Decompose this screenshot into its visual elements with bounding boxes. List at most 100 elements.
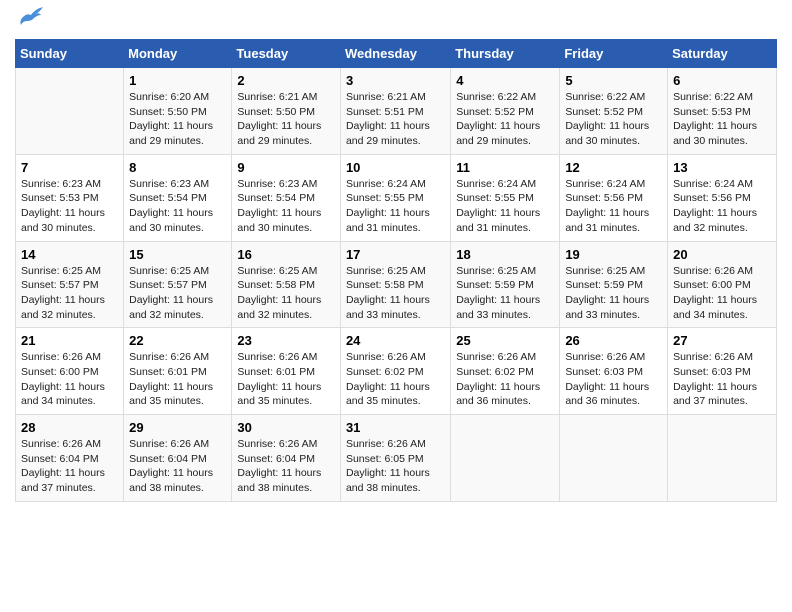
week-row-2: 7Sunrise: 6:23 AM Sunset: 5:53 PM Daylig… — [16, 154, 777, 241]
calendar-cell: 8 Sunrise: 6:23 AM Sunset: 5:54 PM Daylig… — [124, 154, 232, 241]
day-info: Sunrise: 6:21 AM Sunset: 5:50 PM Dayligh… — [237, 90, 335, 149]
day-header-thursday: Thursday — [451, 40, 560, 68]
calendar-cell: 19Sunrise: 6:25 AM Sunset: 5:59 PM Dayli… — [560, 241, 668, 328]
day-number: 10 — [346, 160, 445, 175]
day-info: Sunrise: 6:26 AM Sunset: 6:01 PM Dayligh… — [129, 350, 226, 409]
day-header-wednesday: Wednesday — [340, 40, 450, 68]
calendar-cell: 5 Sunrise: 6:22 AM Sunset: 5:52 PM Daylig… — [560, 68, 668, 155]
calendar-cell: 28Sunrise: 6:26 AM Sunset: 6:04 PM Dayli… — [16, 415, 124, 502]
calendar-cell: 24 Sunrise: 6:26 AM Sunset: 6:02 PM Dayli… — [340, 328, 450, 415]
calendar-cell: 12Sunrise: 6:24 AM Sunset: 5:56 PM Dayli… — [560, 154, 668, 241]
day-number: 29 — [129, 420, 226, 435]
day-info: Sunrise: 6:25 AM Sunset: 5:58 PM Dayligh… — [237, 264, 335, 323]
calendar-cell: 25 Sunrise: 6:26 AM Sunset: 6:02 PM Dayli… — [451, 328, 560, 415]
day-number: 11 — [456, 160, 554, 175]
day-info: Sunrise: 6:24 AM Sunset: 5:55 PM Dayligh… — [456, 177, 554, 236]
day-number: 21 — [21, 333, 118, 348]
day-number: 28 — [21, 420, 118, 435]
day-info: Sunrise: 6:26 AM Sunset: 6:00 PM Dayligh… — [673, 264, 771, 323]
page-header — [15, 15, 777, 29]
day-number: 15 — [129, 247, 226, 262]
day-info: Sunrise: 6:25 AM Sunset: 5:57 PM Dayligh… — [129, 264, 226, 323]
calendar-cell: 26Sunrise: 6:26 AM Sunset: 6:03 PM Dayli… — [560, 328, 668, 415]
days-header-row: SundayMondayTuesdayWednesdayThursdayFrid… — [16, 40, 777, 68]
calendar-cell: 11 Sunrise: 6:24 AM Sunset: 5:55 PM Dayli… — [451, 154, 560, 241]
day-number: 6 — [673, 73, 771, 88]
week-row-5: 28 Sunrise: 6:26 AM Sunset: 6:04 PM Dayli… — [16, 415, 777, 502]
calendar-cell: 29 Sunrise: 6:26 AM Sunset: 6:04 PM Dayli… — [124, 415, 232, 502]
day-number: 12 — [565, 160, 662, 175]
day-info: Sunrise: 6:22 AM Sunset: 5:53 PM Dayligh… — [673, 90, 771, 149]
calendar-cell: 1 Sunrise: 6:20 AM Sunset: 5:50 PM Daylig… — [124, 68, 232, 155]
day-number: 4 — [456, 73, 554, 88]
day-info: Sunrise: 6:26 AM Sunset: 6:04 PM Dayligh… — [129, 437, 226, 496]
logo — [15, 15, 45, 29]
day-info: Sunrise: 6:26 AM Sunset: 6:00 PM Dayligh… — [21, 350, 118, 409]
logo-bird-icon — [17, 7, 45, 29]
day-info: Sunrise: 6:23 AM Sunset: 5:54 PM Dayligh… — [129, 177, 226, 236]
day-info: Sunrise: 6:26 AM Sunset: 6:03 PM Dayligh… — [673, 350, 771, 409]
day-info: Sunrise: 6:26 AM Sunset: 6:04 PM Dayligh… — [237, 437, 335, 496]
calendar-cell: 4 Sunrise: 6:22 AM Sunset: 5:52 PM Daylig… — [451, 68, 560, 155]
calendar-cell: 2 Sunrise: 6:21 AM Sunset: 5:50 PM Daylig… — [232, 68, 341, 155]
calendar-cell — [16, 68, 124, 155]
day-number: 24 — [346, 333, 445, 348]
calendar-cell: 23 Sunrise: 6:26 AM Sunset: 6:01 PM Dayli… — [232, 328, 341, 415]
day-info: Sunrise: 6:22 AM Sunset: 5:52 PM Dayligh… — [565, 90, 662, 149]
day-number: 14 — [21, 247, 118, 262]
day-header-tuesday: Tuesday — [232, 40, 341, 68]
day-info: Sunrise: 6:26 AM Sunset: 6:05 PM Dayligh… — [346, 437, 445, 496]
day-number: 2 — [237, 73, 335, 88]
day-info: Sunrise: 6:26 AM Sunset: 6:02 PM Dayligh… — [346, 350, 445, 409]
calendar-cell: 7Sunrise: 6:23 AM Sunset: 5:53 PM Daylig… — [16, 154, 124, 241]
calendar-cell: 17 Sunrise: 6:25 AM Sunset: 5:58 PM Dayli… — [340, 241, 450, 328]
calendar-cell: 21 Sunrise: 6:26 AM Sunset: 6:00 PM Dayli… — [16, 328, 124, 415]
day-info: Sunrise: 6:24 AM Sunset: 5:55 PM Dayligh… — [346, 177, 445, 236]
calendar-cell: 9 Sunrise: 6:23 AM Sunset: 5:54 PM Daylig… — [232, 154, 341, 241]
day-number: 17 — [346, 247, 445, 262]
calendar-cell: 16 Sunrise: 6:25 AM Sunset: 5:58 PM Dayli… — [232, 241, 341, 328]
day-info: Sunrise: 6:26 AM Sunset: 6:02 PM Dayligh… — [456, 350, 554, 409]
day-number: 3 — [346, 73, 445, 88]
calendar-cell: 20 Sunrise: 6:26 AM Sunset: 6:00 PM Dayli… — [668, 241, 777, 328]
day-header-sunday: Sunday — [16, 40, 124, 68]
day-number: 7 — [21, 160, 118, 175]
day-number: 22 — [129, 333, 226, 348]
day-number: 9 — [237, 160, 335, 175]
calendar-cell: 6 Sunrise: 6:22 AM Sunset: 5:53 PM Daylig… — [668, 68, 777, 155]
day-info: Sunrise: 6:25 AM Sunset: 5:59 PM Dayligh… — [565, 264, 662, 323]
day-header-monday: Monday — [124, 40, 232, 68]
day-number: 5 — [565, 73, 662, 88]
day-info: Sunrise: 6:24 AM Sunset: 5:56 PM Dayligh… — [673, 177, 771, 236]
calendar-cell: 15 Sunrise: 6:25 AM Sunset: 5:57 PM Dayli… — [124, 241, 232, 328]
calendar-cell: 3 Sunrise: 6:21 AM Sunset: 5:51 PM Daylig… — [340, 68, 450, 155]
calendar-cell: 14 Sunrise: 6:25 AM Sunset: 5:57 PM Dayli… — [16, 241, 124, 328]
calendar-table: SundayMondayTuesdayWednesdayThursdayFrid… — [15, 39, 777, 502]
calendar-cell — [560, 415, 668, 502]
day-number: 16 — [237, 247, 335, 262]
calendar-cell: 30 Sunrise: 6:26 AM Sunset: 6:04 PM Dayli… — [232, 415, 341, 502]
day-info: Sunrise: 6:25 AM Sunset: 5:59 PM Dayligh… — [456, 264, 554, 323]
day-info: Sunrise: 6:25 AM Sunset: 5:58 PM Dayligh… — [346, 264, 445, 323]
day-number: 25 — [456, 333, 554, 348]
day-number: 23 — [237, 333, 335, 348]
day-info: Sunrise: 6:21 AM Sunset: 5:51 PM Dayligh… — [346, 90, 445, 149]
day-number: 8 — [129, 160, 226, 175]
day-info: Sunrise: 6:22 AM Sunset: 5:52 PM Dayligh… — [456, 90, 554, 149]
day-info: Sunrise: 6:26 AM Sunset: 6:03 PM Dayligh… — [565, 350, 662, 409]
day-number: 31 — [346, 420, 445, 435]
calendar-cell: 22 Sunrise: 6:26 AM Sunset: 6:01 PM Dayli… — [124, 328, 232, 415]
day-number: 20 — [673, 247, 771, 262]
day-number: 1 — [129, 73, 226, 88]
day-number: 27 — [673, 333, 771, 348]
day-number: 30 — [237, 420, 335, 435]
calendar-cell: 13Sunrise: 6:24 AM Sunset: 5:56 PM Dayli… — [668, 154, 777, 241]
day-info: Sunrise: 6:25 AM Sunset: 5:57 PM Dayligh… — [21, 264, 118, 323]
day-info: Sunrise: 6:23 AM Sunset: 5:54 PM Dayligh… — [237, 177, 335, 236]
calendar-cell — [668, 415, 777, 502]
calendar-cell: 18Sunrise: 6:25 AM Sunset: 5:59 PM Dayli… — [451, 241, 560, 328]
calendar-cell: 31 Sunrise: 6:26 AM Sunset: 6:05 PM Dayli… — [340, 415, 450, 502]
day-info: Sunrise: 6:26 AM Sunset: 6:01 PM Dayligh… — [237, 350, 335, 409]
day-info: Sunrise: 6:20 AM Sunset: 5:50 PM Dayligh… — [129, 90, 226, 149]
week-row-3: 14 Sunrise: 6:25 AM Sunset: 5:57 PM Dayli… — [16, 241, 777, 328]
